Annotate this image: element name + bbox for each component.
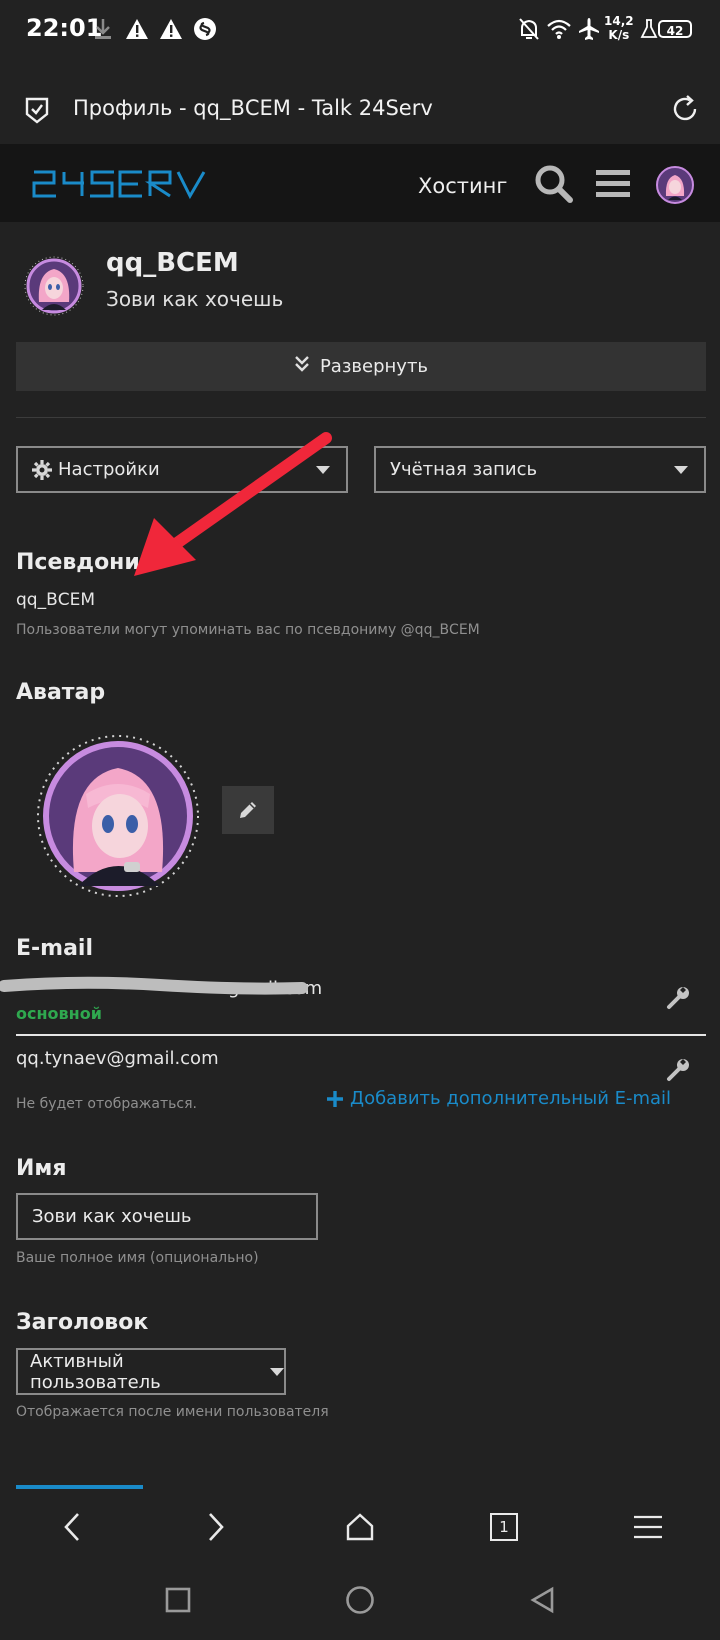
hosting-link[interactable]: Хостинг (418, 174, 507, 198)
network-speed: 14,2 K/s (604, 14, 634, 42)
heading-select[interactable]: Активный пользователь (16, 1348, 286, 1395)
tabs-button[interactable]: 1 (474, 1497, 534, 1557)
secondary-email-value: qq.tynaev@gmail.com (16, 1048, 219, 1069)
battery-indicator: 42 (658, 20, 692, 38)
pseudonym-value: qq_ВСЕМ (16, 590, 96, 610)
heading-title: Заголовок (16, 1310, 149, 1335)
recents-button[interactable] (148, 1570, 208, 1630)
gear-icon (32, 459, 52, 480)
download-icon (90, 16, 116, 42)
triangle-back-icon (529, 1586, 555, 1614)
account-dropdown[interactable]: Учётная запись (374, 446, 706, 493)
pseudonym-hint: Пользователи могут упоминать вас по псев… (16, 622, 480, 638)
system-home-button[interactable] (330, 1570, 390, 1630)
double-chevron-down-icon (294, 355, 310, 378)
avatar-title: Аватар (16, 680, 106, 705)
redaction-scribble (0, 976, 310, 998)
account-dropdown-label: Учётная запись (390, 459, 538, 480)
name-input[interactable]: Зови как хочешь (16, 1193, 318, 1240)
primary-email-badge: основной (16, 1004, 102, 1023)
wrench-icon-2[interactable] (666, 1056, 692, 1082)
airplane-icon (576, 16, 602, 42)
email-title: E-mail (16, 936, 94, 961)
header-avatar[interactable] (656, 166, 694, 204)
home-button[interactable] (330, 1497, 390, 1557)
profile-username: qq_ВСЕМ (106, 248, 239, 278)
caret-down-icon (270, 1367, 284, 1376)
section-divider (16, 417, 706, 418)
chevron-left-icon (62, 1512, 82, 1542)
annotation-arrow (118, 430, 338, 590)
secondary-email-hint: Не будет отображаться. (16, 1096, 197, 1112)
bell-off-icon (516, 16, 542, 42)
square-icon (165, 1587, 191, 1613)
plus-icon (326, 1090, 344, 1108)
profile-subtitle: Зови как хочешь (106, 287, 284, 311)
menu-icon[interactable] (596, 168, 630, 200)
chevron-right-icon (206, 1512, 226, 1542)
heading-hint: Отображается после имени пользователя (16, 1404, 329, 1420)
warning-icon (124, 16, 150, 42)
browser-menu-button[interactable] (618, 1497, 678, 1557)
wifi-icon (546, 16, 572, 42)
hamburger-icon (634, 1515, 662, 1539)
wrench-icon[interactable] (666, 984, 692, 1010)
forward-button[interactable] (186, 1497, 246, 1557)
shield-check-icon[interactable] (24, 96, 50, 124)
name-hint: Ваше полное имя (опционально) (16, 1250, 259, 1266)
system-back-button[interactable] (512, 1570, 572, 1630)
back-button[interactable] (42, 1497, 102, 1557)
email-divider (16, 1034, 706, 1036)
page-load-indicator (16, 1485, 143, 1489)
pencil-icon (237, 799, 259, 821)
tab-count: 1 (490, 1513, 518, 1541)
reload-icon[interactable] (670, 94, 700, 124)
shazam-icon (192, 16, 218, 42)
circle-icon (345, 1585, 375, 1615)
avatar-edit-button[interactable] (222, 786, 274, 834)
add-email-link[interactable]: Добавить дополнительный E-mail (326, 1088, 671, 1109)
caret-down-icon (674, 465, 688, 474)
site-logo[interactable] (32, 168, 208, 200)
heading-select-value: Активный пользователь (30, 1350, 161, 1393)
avatar-image (36, 734, 200, 898)
expand-button[interactable]: Развернуть (16, 342, 706, 391)
name-title: Имя (16, 1156, 67, 1181)
profile-avatar[interactable] (24, 256, 84, 316)
warning-icon-2 (158, 16, 184, 42)
add-email-label: Добавить дополнительный E-mail (350, 1088, 672, 1109)
expand-button-label: Развернуть (319, 356, 429, 377)
home-icon (345, 1512, 375, 1542)
browser-page-title: Профиль - qq_ВСЕМ - Talk 24Serv (73, 96, 433, 120)
search-icon[interactable] (534, 164, 574, 204)
